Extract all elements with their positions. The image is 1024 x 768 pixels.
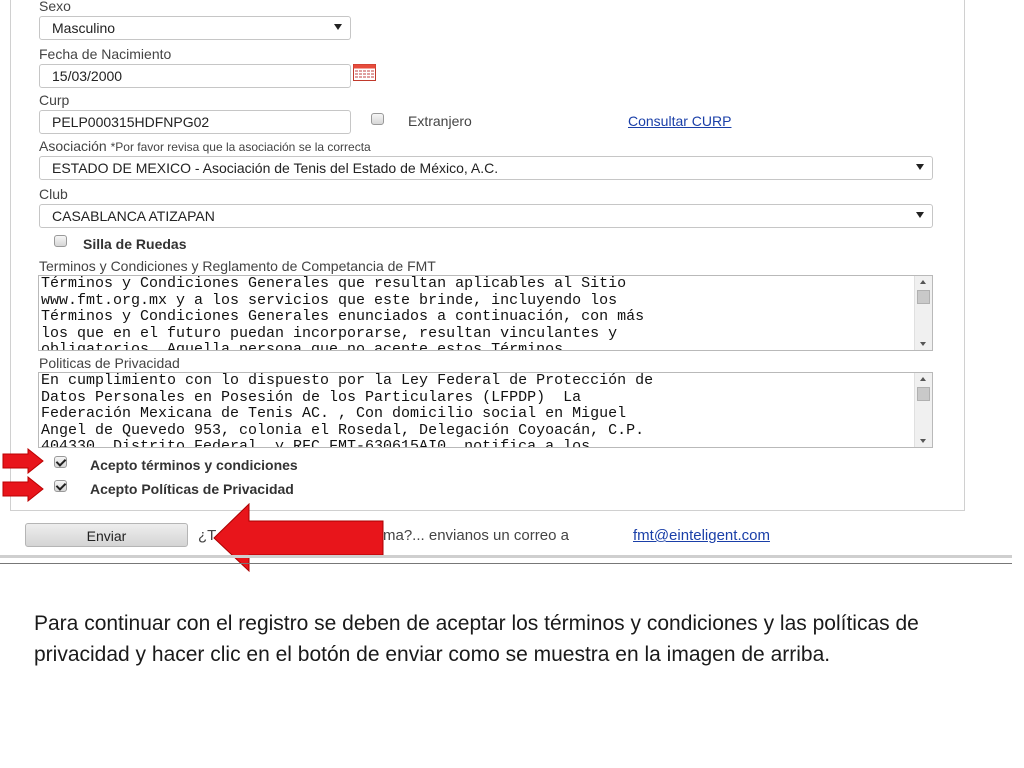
acepto-politicas-label: Acepto Políticas de Privacidad [90, 481, 294, 497]
sexo-label: Sexo [39, 0, 71, 14]
chevron-down-icon [916, 212, 924, 218]
scroll-up-icon[interactable] [920, 377, 926, 381]
chevron-down-icon [334, 24, 342, 30]
club-label: Club [39, 186, 68, 202]
club-select[interactable]: CASABLANCA ATIZAPAN [39, 204, 933, 228]
asociacion-note: *Por favor revisa que la asociación se l… [110, 140, 371, 154]
scroll-down-icon[interactable] [920, 342, 926, 346]
politicas-text: En cumplimiento con lo dispuesto por la … [41, 372, 654, 448]
sexo-value: Masculino [52, 20, 116, 36]
curp-value: PELP000315HDFNPG02 [52, 114, 210, 130]
curp-input[interactable]: PELP000315HDFNPG02 [39, 110, 351, 134]
extranjero-checkbox[interactable] [371, 113, 384, 125]
scroll-up-icon[interactable] [920, 280, 926, 284]
screenshot-bottom-edge [0, 555, 1012, 558]
terminos-text: Términos y Condiciones Generales que res… [41, 275, 645, 351]
silla-ruedas-checkbox[interactable] [54, 235, 67, 247]
consultar-curp-link[interactable]: Consultar CURP [628, 113, 731, 129]
silla-ruedas-label: Silla de Ruedas [83, 236, 187, 252]
asociacion-value: ESTADO DE MEXICO - Asociación de Tenis d… [52, 160, 499, 176]
email-link[interactable]: fmt@einteligent.com [633, 527, 770, 544]
politicas-scrollbar[interactable] [914, 373, 932, 447]
politicas-textarea[interactable]: En cumplimiento con lo dispuesto por la … [38, 372, 933, 448]
enviar-button[interactable]: Enviar [25, 523, 188, 547]
acepto-politicas-checkbox[interactable] [54, 480, 67, 492]
extranjero-label: Extranjero [408, 113, 472, 129]
scroll-thumb[interactable] [917, 290, 930, 304]
club-value: CASABLANCA ATIZAPAN [52, 208, 215, 224]
asociacion-label: Asociación [39, 138, 107, 154]
asociacion-select[interactable]: ESTADO DE MEXICO - Asociación de Tenis d… [39, 156, 933, 180]
terminos-scrollbar[interactable] [914, 276, 932, 350]
asociacion-label-row: Asociación *Por favor revisa que la asoc… [39, 138, 371, 154]
divider [0, 563, 1012, 564]
sexo-select[interactable]: Masculino [39, 16, 351, 40]
terminos-textarea[interactable]: Términos y Condiciones Generales que res… [38, 275, 933, 351]
acepto-terminos-checkbox[interactable] [54, 456, 67, 468]
curp-label: Curp [39, 92, 70, 108]
scroll-thumb[interactable] [917, 387, 930, 401]
fecha-value: 15/03/2000 [52, 68, 123, 84]
red-arrow-icon [2, 476, 44, 502]
red-arrow-icon [2, 448, 44, 474]
terminos-label: Terminos y Condiciones y Reglamento de C… [39, 258, 436, 274]
calendar-icon[interactable] [353, 64, 376, 81]
politicas-label: Politicas de Privacidad [39, 355, 180, 371]
instruction-caption: Para continuar con el registro se deben … [34, 612, 919, 666]
scroll-down-icon[interactable] [920, 439, 926, 443]
fecha-input[interactable]: 15/03/2000 [39, 64, 351, 88]
acepto-terminos-label: Acepto términos y condiciones [90, 457, 298, 473]
help-text: ma?... envianos un correo a [383, 527, 569, 544]
chevron-down-icon [916, 164, 924, 170]
fecha-label: Fecha de Nacimiento [39, 46, 172, 62]
